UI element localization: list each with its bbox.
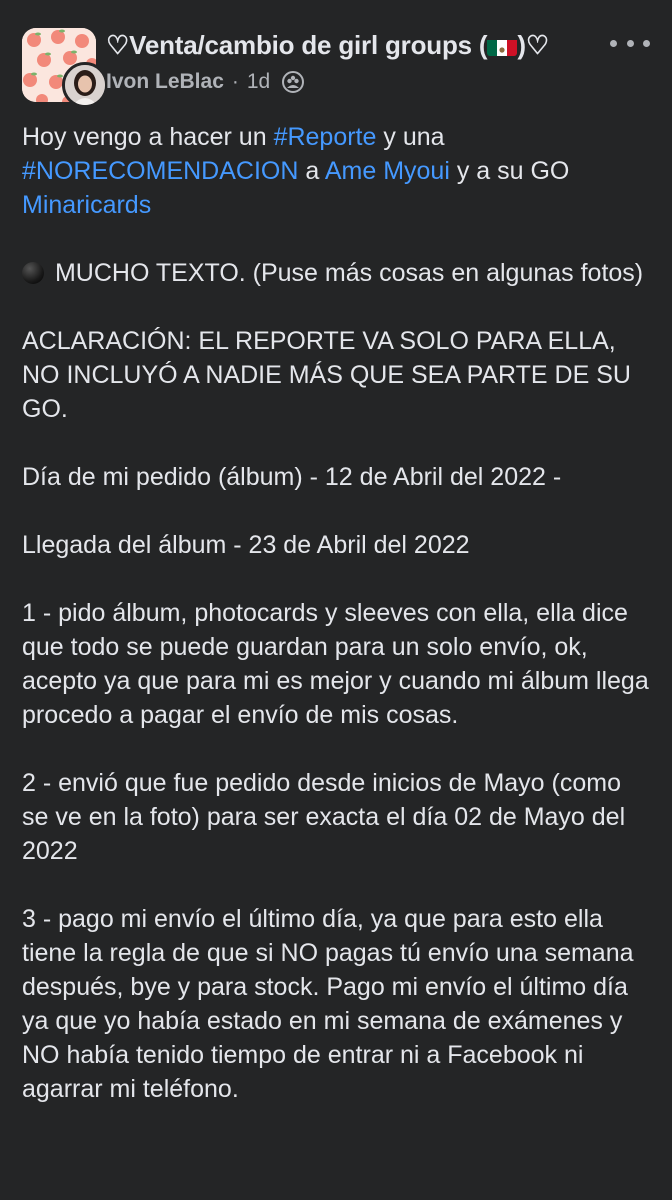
more-dot-icon — [610, 39, 617, 47]
group-name[interactable]: ♡Venta/cambio de girl groups ( )♡ — [106, 30, 549, 61]
mention-ame-myoui-link[interactable]: Ame Myoui — [325, 157, 450, 185]
text-span: MUCHO TEXTO. (Puse más cosas en algunas … — [54, 259, 644, 287]
separator-dot: · — [231, 70, 239, 93]
group-name-suffix: )♡ — [517, 30, 549, 60]
mention-minaricards-link[interactable]: Minaricards — [22, 191, 151, 219]
post-paragraph: 3 - pago mi envío el último día, ya que … — [22, 905, 641, 1103]
black-circle-icon — [22, 262, 44, 284]
post-paragraph: MUCHO TEXTO. (Puse más cosas en algunas … — [22, 256, 652, 290]
mexico-flag-icon — [487, 36, 518, 56]
text-span: a — [298, 157, 325, 185]
post-meta: Ivon LeBlac · 1d — [106, 70, 305, 94]
user-avatar[interactable] — [62, 62, 108, 108]
post-paragraph: 1 - pido álbum, photocards y sleeves con… — [22, 599, 656, 729]
text-span: Hoy vengo a hacer un — [22, 123, 274, 151]
hashtag-reporte-link[interactable]: #Reporte — [274, 123, 377, 151]
more-dot-icon — [643, 39, 650, 47]
post-paragraph: Hoy vengo a hacer un #Reporte y una #NOR… — [22, 120, 652, 222]
post-paragraph: 2 - envió que fue pedido desde inicios d… — [22, 769, 633, 865]
text-span: y una — [376, 123, 452, 151]
post-header: ♡Venta/cambio de girl groups ( )♡ Ivon Le… — [0, 0, 672, 110]
group-name-prefix: ♡Venta/cambio de girl groups ( — [106, 30, 488, 60]
group-members-icon — [282, 71, 305, 93]
post-paragraph: Día de mi pedido (álbum) - 12 de Abril d… — [22, 463, 562, 491]
hashtag-norecomendacion-link[interactable]: #NORECOMENDACION — [22, 157, 298, 185]
post-paragraph: ACLARACIÓN: EL REPORTE VA SOLO PARA ELLA… — [22, 327, 638, 423]
more-options-button[interactable] — [610, 28, 650, 58]
post-paragraph: Llegada del álbum - 23 de Abril del 2022 — [22, 531, 470, 559]
text-span: y a su GO — [449, 157, 577, 185]
more-dot-icon — [626, 39, 634, 47]
post-body: Hoy vengo a hacer un #Reporte y una #NOR… — [22, 120, 652, 1106]
post-time[interactable]: 1d — [247, 70, 270, 94]
author-name[interactable]: Ivon LeBlac — [106, 70, 224, 94]
